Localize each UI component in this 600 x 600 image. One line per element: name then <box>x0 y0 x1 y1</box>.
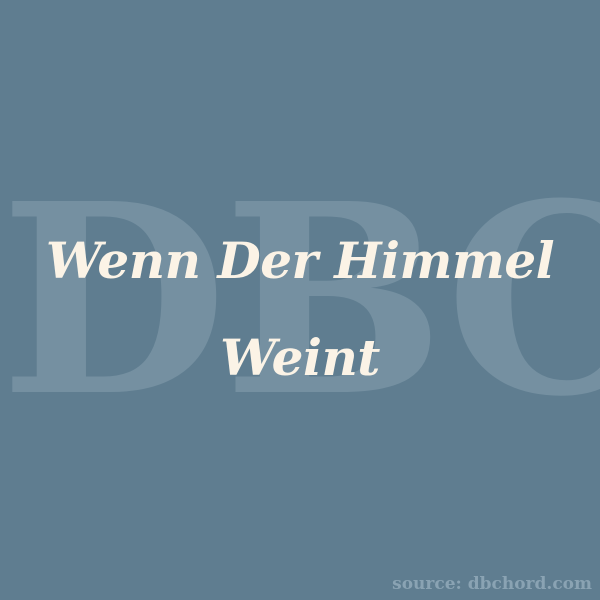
song-title: Wenn Der Himmel Weint <box>45 231 555 387</box>
source-credit: source: dbchord.com <box>392 574 592 594</box>
cover-image: DBC Wenn Der Himmel Weint source: dbchor… <box>0 0 600 600</box>
